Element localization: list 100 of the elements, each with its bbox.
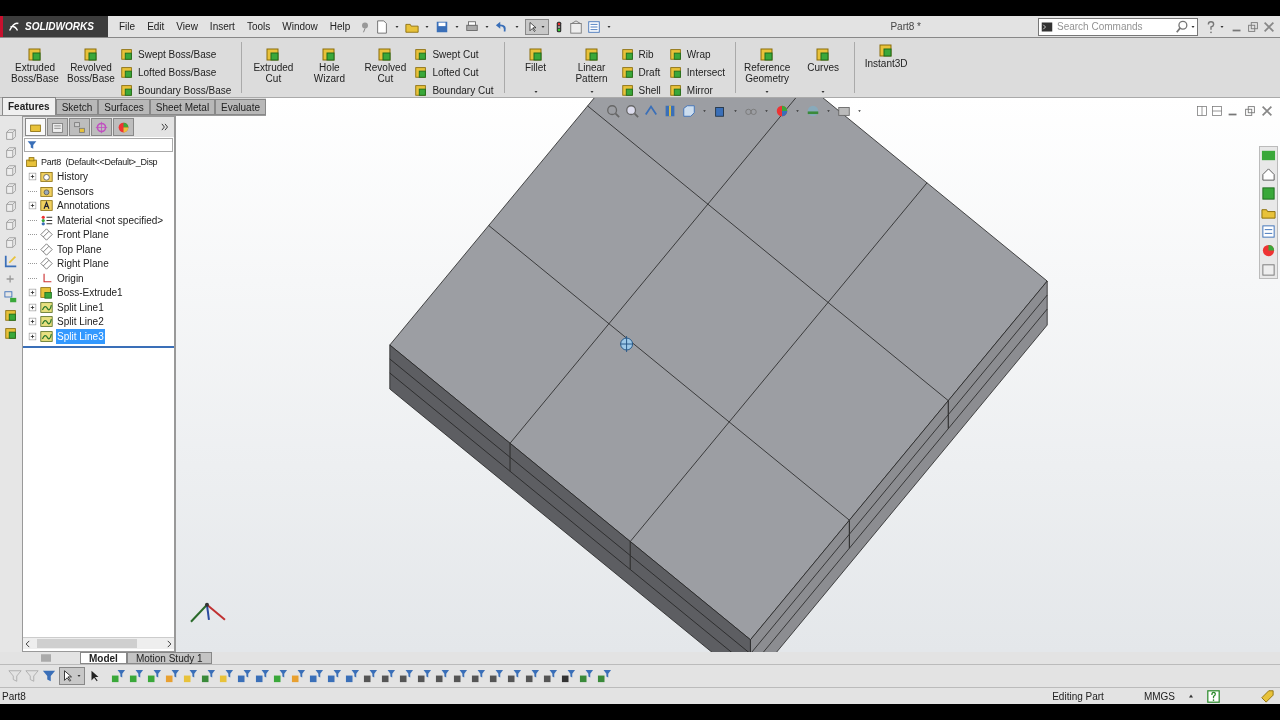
tile-horizontal-icon[interactable]: [1196, 105, 1208, 117]
filter-icon[interactable]: [363, 668, 378, 684]
scroll-bar[interactable]: [23, 637, 174, 649]
tree-item[interactable]: Front Plane: [56, 227, 110, 243]
ribbon-button[interactable]: Rib: [620, 46, 667, 62]
tree-item[interactable]: Right Plane: [56, 256, 110, 272]
view-cube-icon[interactable]: [4, 236, 18, 250]
view-cube-icon[interactable]: [4, 146, 18, 160]
tree-item[interactable]: Sensors: [56, 183, 95, 199]
ribbon-button[interactable]: Boundary Cut: [414, 82, 500, 98]
expand-icon[interactable]: [28, 331, 37, 341]
print-icon[interactable]: [465, 19, 480, 34]
save-icon[interactable]: [435, 19, 450, 34]
restore-icon[interactable]: [1243, 104, 1257, 118]
zoom-fit-icon[interactable]: [606, 104, 620, 118]
view-cube-icon[interactable]: [4, 218, 18, 232]
document-tab[interactable]: Model: [80, 652, 127, 664]
ribbon-button[interactable]: Revolved Boss/Base: [64, 46, 118, 96]
tree-item[interactable]: Split Line1: [56, 299, 105, 315]
block-model-drawing[interactable]: [389, 98, 1048, 652]
filter-icon[interactable]: [507, 668, 522, 684]
zoom-area-icon[interactable]: [625, 104, 639, 118]
ribbon-button[interactable]: Swept Boss/Base: [120, 46, 238, 62]
view-cube-icon[interactable]: [4, 200, 18, 214]
manager-tab[interactable]: [25, 118, 46, 136]
units-indicator[interactable]: MMGS: [1143, 688, 1175, 704]
tree-item[interactable]: Top Plane: [56, 241, 103, 257]
appearance-icon[interactable]: [775, 104, 789, 118]
chevron-icon[interactable]: [160, 122, 170, 132]
tree-item[interactable]: Annotations: [56, 198, 111, 214]
filter-icon[interactable]: [543, 668, 558, 684]
ribbon-button[interactable]: Lofted Boss/Base: [120, 64, 238, 80]
menu-item[interactable]: Insert: [204, 19, 240, 34]
command-tab[interactable]: Sheet Metal: [149, 99, 216, 115]
manager-tab[interactable]: [91, 118, 112, 136]
options-list-icon[interactable]: [587, 19, 602, 34]
ribbon-button[interactable]: Shell: [620, 82, 667, 98]
ribbon-button[interactable]: Curves: [796, 46, 851, 96]
ribbon-button[interactable]: Intersect: [668, 64, 732, 80]
filter-icon[interactable]: [489, 668, 504, 684]
new-document-icon[interactable]: [375, 19, 390, 34]
tile-vertical-icon[interactable]: [1211, 105, 1223, 117]
manager-tab[interactable]: [113, 118, 134, 136]
manager-tab[interactable]: [69, 118, 90, 136]
restore-icon[interactable]: [1246, 19, 1260, 34]
menu-item[interactable]: Window: [277, 19, 323, 34]
view-cube-icon[interactable]: [4, 164, 18, 178]
view-palette-icon[interactable]: [1261, 224, 1276, 239]
menu-item[interactable]: View: [171, 19, 203, 34]
search-box[interactable]: Search Commands: [1038, 17, 1198, 36]
ribbon-button[interactable]: Extruded Boss/Base: [8, 46, 62, 96]
tree-item[interactable]: Material <not specified>: [56, 212, 165, 228]
filter-icon[interactable]: [561, 668, 576, 684]
ribbon-button[interactable]: Mirror: [668, 82, 732, 98]
close-icon[interactable]: [1262, 19, 1276, 34]
ribbon-button[interactable]: Draft: [620, 64, 667, 80]
search-field[interactable]: Search Commands: [1053, 18, 1175, 35]
ribbon-button[interactable]: Swept Cut: [414, 46, 500, 62]
ribbon-button[interactable]: Extruded Cut: [246, 46, 301, 96]
expand-icon[interactable]: [28, 317, 37, 327]
expand-icon[interactable]: [28, 302, 37, 312]
caret-up-icon[interactable]: [1187, 692, 1195, 700]
command-tab[interactable]: Features: [2, 97, 56, 115]
command-tab[interactable]: Evaluate: [215, 99, 267, 115]
view-cube-icon[interactable]: [4, 182, 18, 196]
help-icon[interactable]: [1207, 689, 1220, 703]
menu-item[interactable]: Help: [324, 19, 356, 34]
command-tab[interactable]: Surfaces: [98, 99, 150, 115]
filter-icon[interactable]: [471, 668, 486, 684]
filter-icon[interactable]: [399, 668, 414, 684]
menu-item[interactable]: Tools: [241, 19, 276, 34]
filter-field[interactable]: [24, 138, 173, 152]
ribbon-button[interactable]: Linear Pattern: [564, 46, 619, 96]
tree-item[interactable]: Split Line2: [56, 314, 105, 330]
ribbon-button[interactable]: Wrap: [668, 46, 732, 62]
section-view-icon[interactable]: [663, 104, 677, 118]
ribbon-button[interactable]: Instant3D: [859, 42, 914, 92]
view-cube-icon[interactable]: [4, 128, 18, 142]
filter-icon[interactable]: [435, 668, 450, 684]
previous-view-icon[interactable]: [644, 104, 658, 118]
filter-icon[interactable]: [417, 668, 432, 684]
cube-icon[interactable]: [4, 308, 18, 322]
sketch-icon[interactable]: [4, 254, 18, 268]
ribbon-button[interactable]: Hole Wizard: [302, 46, 357, 96]
ribbon-button[interactable]: Fillet: [508, 46, 563, 96]
tree-item[interactable]: Origin: [56, 270, 85, 286]
ribbon-button[interactable]: Reference Geometry: [740, 46, 795, 96]
view-orientation-icon[interactable]: [682, 104, 696, 118]
home-icon[interactable]: [1261, 167, 1276, 182]
cube-icon[interactable]: [4, 326, 18, 340]
expand-icon[interactable]: [28, 172, 37, 182]
tree-item[interactable]: Part8 (Default<<Default>_Disp: [41, 155, 158, 169]
ribbon-button[interactable]: Revolved Cut: [358, 46, 413, 96]
document-tab[interactable]: Motion Study 1: [126, 652, 212, 664]
ribbon-button[interactable]: Boundary Boss/Base: [120, 82, 238, 98]
tree-item[interactable]: Boss-Extrude1: [56, 285, 124, 301]
display-style-icon[interactable]: [713, 104, 727, 118]
view-settings-icon[interactable]: [837, 104, 851, 118]
ribbon-button[interactable]: Lofted Cut: [414, 64, 500, 80]
select-button[interactable]: [59, 667, 85, 685]
